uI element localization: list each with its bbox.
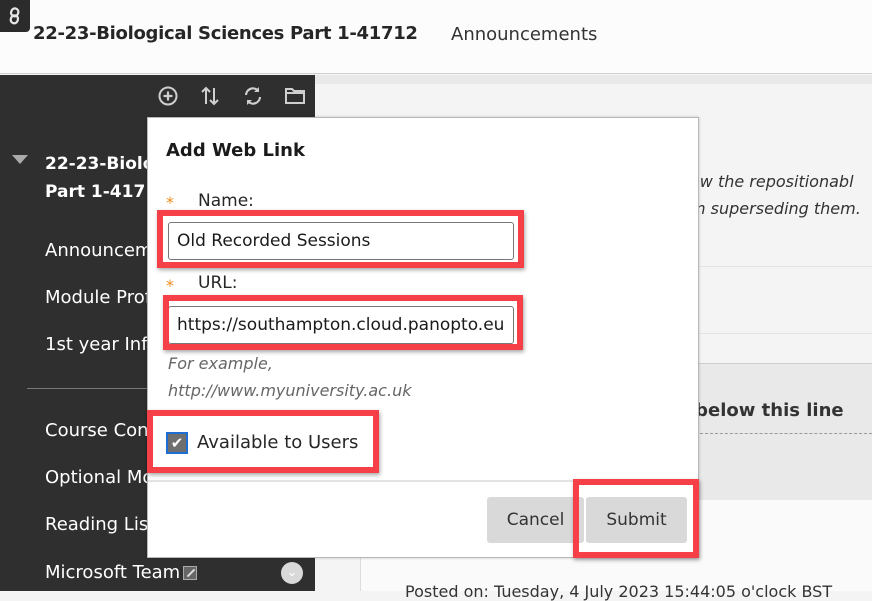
folder-icon[interactable]: [283, 84, 307, 108]
divider: [690, 266, 872, 267]
dialog-title: Add Web Link: [166, 140, 305, 161]
dashed-separator: [700, 433, 872, 434]
url-example-hint: For example, http://www.myuniversity.ac.…: [168, 350, 411, 404]
divider: [690, 333, 872, 334]
example-line1: For example,: [168, 354, 273, 373]
cancel-button[interactable]: Cancel: [487, 497, 584, 543]
instruction-text: ow the repositionabl m superseding them.: [690, 168, 861, 222]
instruction-line1: ow the repositionabl: [690, 172, 854, 191]
example-line2: http://www.myuniversity.ac.uk: [168, 381, 412, 400]
available-to-users-checkbox[interactable]: ✔: [166, 432, 188, 454]
dialog-footer-divider: [148, 480, 698, 482]
refresh-icon[interactable]: [241, 84, 265, 108]
breadcrumb-current: Announcements: [451, 24, 598, 45]
sidebar-item-microsoft-team[interactable]: Microsoft Team: [45, 562, 198, 583]
posted-timestamp: Posted on: Tuesday, 4 July 2023 15:44:05…: [405, 582, 833, 601]
sidebar-item-label: Microsoft Team: [45, 562, 181, 583]
name-input[interactable]: [168, 222, 514, 260]
external-link-icon: [183, 566, 198, 580]
url-input[interactable]: [168, 306, 514, 344]
reorder-icon[interactable]: [198, 84, 222, 108]
link-icon[interactable]: [0, 0, 30, 32]
required-marker: *: [166, 193, 174, 212]
sidebar-item-reading-list[interactable]: Reading List: [45, 514, 155, 535]
content-top-strip: [315, 75, 872, 84]
separator-heading: r below this line: [680, 400, 844, 421]
available-to-users-label[interactable]: Available to Users: [197, 432, 358, 453]
collapse-triangle-icon[interactable]: [12, 155, 28, 164]
submit-button[interactable]: Submit: [586, 497, 687, 543]
url-label: URL:: [198, 273, 238, 293]
chevron-down-icon[interactable]: ⌄: [281, 562, 303, 584]
course-title[interactable]: 22-23-Biological Sciences Part 1-41712: [33, 23, 418, 44]
add-icon[interactable]: [156, 84, 180, 108]
instruction-line2: m superseding them.: [690, 199, 861, 218]
name-label: Name:: [198, 191, 254, 211]
required-marker: *: [166, 276, 174, 295]
